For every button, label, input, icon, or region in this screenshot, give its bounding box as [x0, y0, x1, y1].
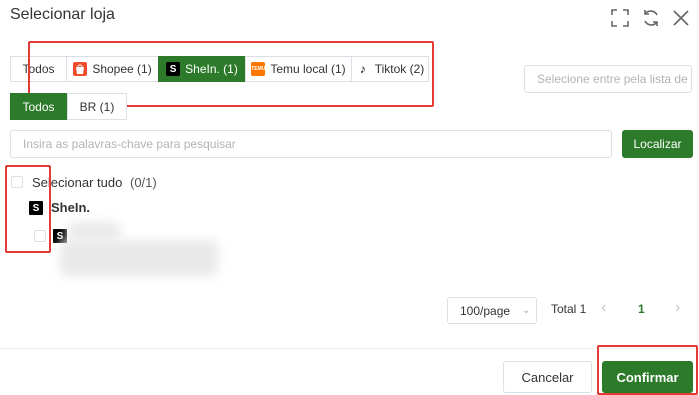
fullscreen-icon[interactable] [610, 8, 630, 28]
footer-divider [0, 348, 699, 349]
redacted-store-name [68, 222, 120, 240]
refresh-icon[interactable] [641, 8, 661, 28]
select-all-count: (0/1) [130, 175, 157, 190]
cancel-button[interactable]: Cancelar [503, 361, 592, 393]
store-select[interactable]: Selecione entre pela lista de [524, 65, 692, 93]
region-tab-label: BR (1) [79, 99, 115, 114]
next-page-icon[interactable]: › [675, 299, 680, 317]
search-input[interactable] [10, 130, 612, 158]
highlight-box-checkboxes [5, 165, 51, 253]
redacted-store-details [60, 240, 218, 276]
search-button[interactable]: Localizar [622, 130, 693, 158]
current-page[interactable]: 1 [638, 302, 645, 316]
close-icon[interactable] [671, 8, 691, 28]
pagination-total: Total 1 [551, 302, 587, 316]
region-tab-todos[interactable]: Todos [10, 93, 67, 120]
prev-page-icon[interactable]: ‹ [601, 299, 606, 317]
highlight-box-confirm [597, 345, 698, 395]
region-tab-label: Todos [22, 99, 55, 114]
group-label-shein: SheIn. [51, 200, 91, 215]
page-size-value: 100/page [460, 303, 511, 318]
page-size-select[interactable]: 100/page ⌄ [447, 297, 537, 324]
dialog-title: Selecionar loja [10, 6, 115, 23]
region-tab-br[interactable]: BR (1) [67, 93, 127, 120]
chevron-down-icon: ⌄ [522, 305, 531, 316]
